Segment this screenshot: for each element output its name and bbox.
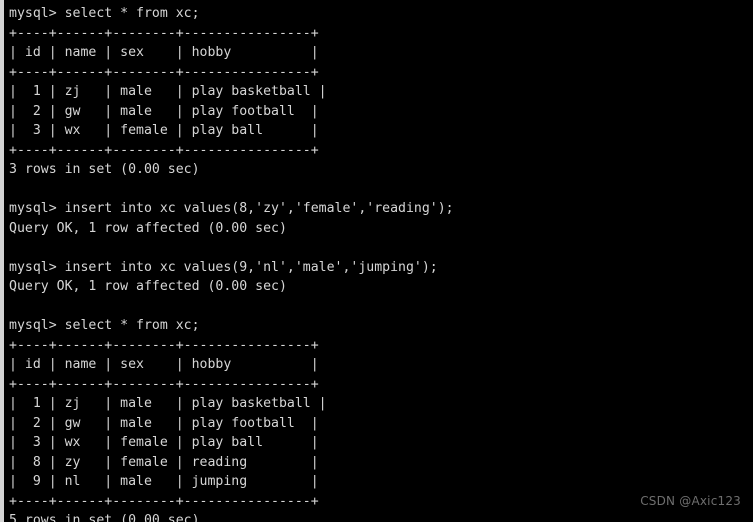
- table2-row-3: | 3 | wx | female | play ball |: [9, 435, 319, 450]
- table1-rule-top: +----+------+--------+----------------+: [9, 25, 319, 41]
- table2-row-1: | 1 | zj | male | play basketball |: [9, 396, 327, 411]
- table1-rule-bottom: +----+------+--------+----------------+: [9, 142, 319, 158]
- table1-header: | id | name | sex | hobby |: [9, 45, 319, 60]
- spacer-3: [0, 297, 753, 317]
- result-insert-2: Query OK, 1 row affected (0.00 sec): [9, 279, 287, 294]
- table2-row-4: | 8 | zy | female | reading |: [9, 454, 319, 470]
- table1-row-1: | 1 | zj | male | play basketball |: [9, 84, 327, 99]
- spacer-2: [0, 238, 753, 258]
- watermark-label: CSDN @Axic123: [640, 494, 741, 508]
- command-select-2: mysql> select * from xc;: [9, 318, 200, 333]
- command-insert-1: mysql> insert into xc values(8,'zy','fem…: [9, 201, 454, 216]
- table2-row-2: | 2 | gw | male | play football |: [9, 415, 319, 431]
- terminal-output[interactable]: mysql> select * from xc; +----+------+---…: [0, 0, 753, 522]
- table2-rowcount: 5 rows in set (0.00 sec): [9, 513, 200, 522]
- terminal-screen: mysql> select * from xc; +----+------+---…: [0, 0, 753, 522]
- table2-rule-header: +----+------+--------+----------------+: [9, 376, 319, 392]
- spacer-1: [0, 180, 753, 200]
- table2-rule-top: +----+------+--------+----------------+: [9, 337, 319, 353]
- table1-rowcount: 3 rows in set (0.00 sec): [9, 162, 200, 177]
- command-select-1: mysql> select * from xc;: [9, 6, 200, 21]
- command-insert-2: mysql> insert into xc values(9,'nl','mal…: [9, 259, 438, 275]
- table1-row-2: | 2 | gw | male | play football |: [9, 103, 319, 119]
- table2-header: | id | name | sex | hobby |: [9, 357, 319, 372]
- window-left-edge: [0, 0, 4, 522]
- table1-row-3: | 3 | wx | female | play ball |: [9, 123, 319, 138]
- result-insert-1: Query OK, 1 row affected (0.00 sec): [9, 220, 287, 236]
- table1-rule-header: +----+------+--------+----------------+: [9, 64, 319, 80]
- table2-row-5: | 9 | nl | male | jumping |: [9, 474, 319, 489]
